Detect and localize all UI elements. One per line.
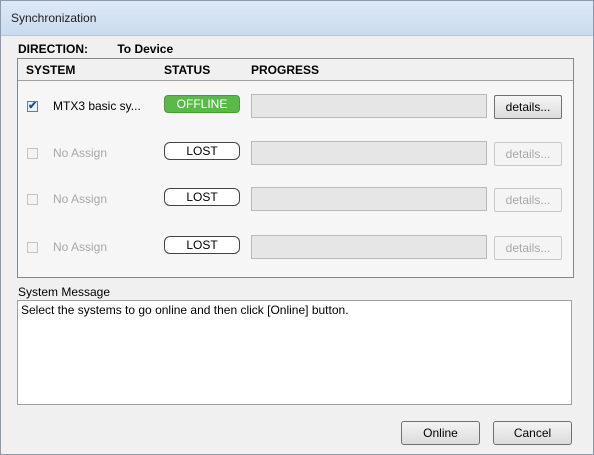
synchronization-dialog: Synchronization DIRECTION: To Device SYS…: [0, 0, 594, 455]
system-checkbox[interactable]: [27, 194, 38, 205]
system-message-label: System Message: [18, 285, 111, 299]
checkmark-icon: ✔: [28, 100, 38, 112]
system-checkbox[interactable]: [27, 148, 38, 159]
status-badge: LOST: [164, 188, 240, 206]
progress-bar: [251, 235, 487, 259]
progress-bar: [251, 187, 487, 211]
column-header-system: SYSTEM: [26, 63, 76, 77]
column-header-progress: PROGRESS: [251, 63, 320, 77]
progress-bar: [251, 141, 487, 165]
direction-info: DIRECTION: To Device: [18, 42, 173, 56]
system-row: No Assign LOST details...: [18, 186, 573, 216]
online-button[interactable]: Online: [401, 421, 480, 445]
system-name: No Assign: [53, 146, 108, 160]
column-header-status: STATUS: [164, 63, 211, 77]
status-badge: LOST: [164, 236, 240, 254]
system-name: No Assign: [53, 192, 108, 206]
details-button[interactable]: details...: [494, 236, 562, 260]
window-title: Synchronization: [1, 1, 593, 36]
direction-value: To Device: [117, 42, 174, 56]
system-name: No Assign: [53, 240, 108, 254]
system-row: No Assign LOST details...: [18, 140, 573, 170]
status-badge: LOST: [164, 142, 240, 160]
details-button[interactable]: details...: [494, 95, 562, 119]
system-message-box: Select the systems to go online and then…: [17, 300, 572, 405]
status-badge: OFFLINE: [164, 95, 240, 113]
details-button[interactable]: details...: [494, 188, 562, 212]
cancel-button[interactable]: Cancel: [493, 421, 572, 445]
details-button[interactable]: details...: [494, 142, 562, 166]
progress-bar: [251, 94, 487, 118]
direction-label: DIRECTION:: [18, 42, 88, 56]
system-row: No Assign LOST details...: [18, 234, 573, 264]
system-message-text: Select the systems to go online and then…: [21, 303, 349, 317]
system-name: MTX3 basic sy...: [53, 99, 141, 113]
systems-panel: SYSTEM STATUS PROGRESS ✔ MTX3 basic sy..…: [17, 58, 574, 278]
system-row: ✔ MTX3 basic sy... OFFLINE details...: [18, 93, 573, 123]
system-checkbox[interactable]: ✔: [27, 100, 38, 112]
system-checkbox[interactable]: [27, 242, 38, 253]
systems-list: ✔ MTX3 basic sy... OFFLINE details... No…: [18, 80, 573, 277]
